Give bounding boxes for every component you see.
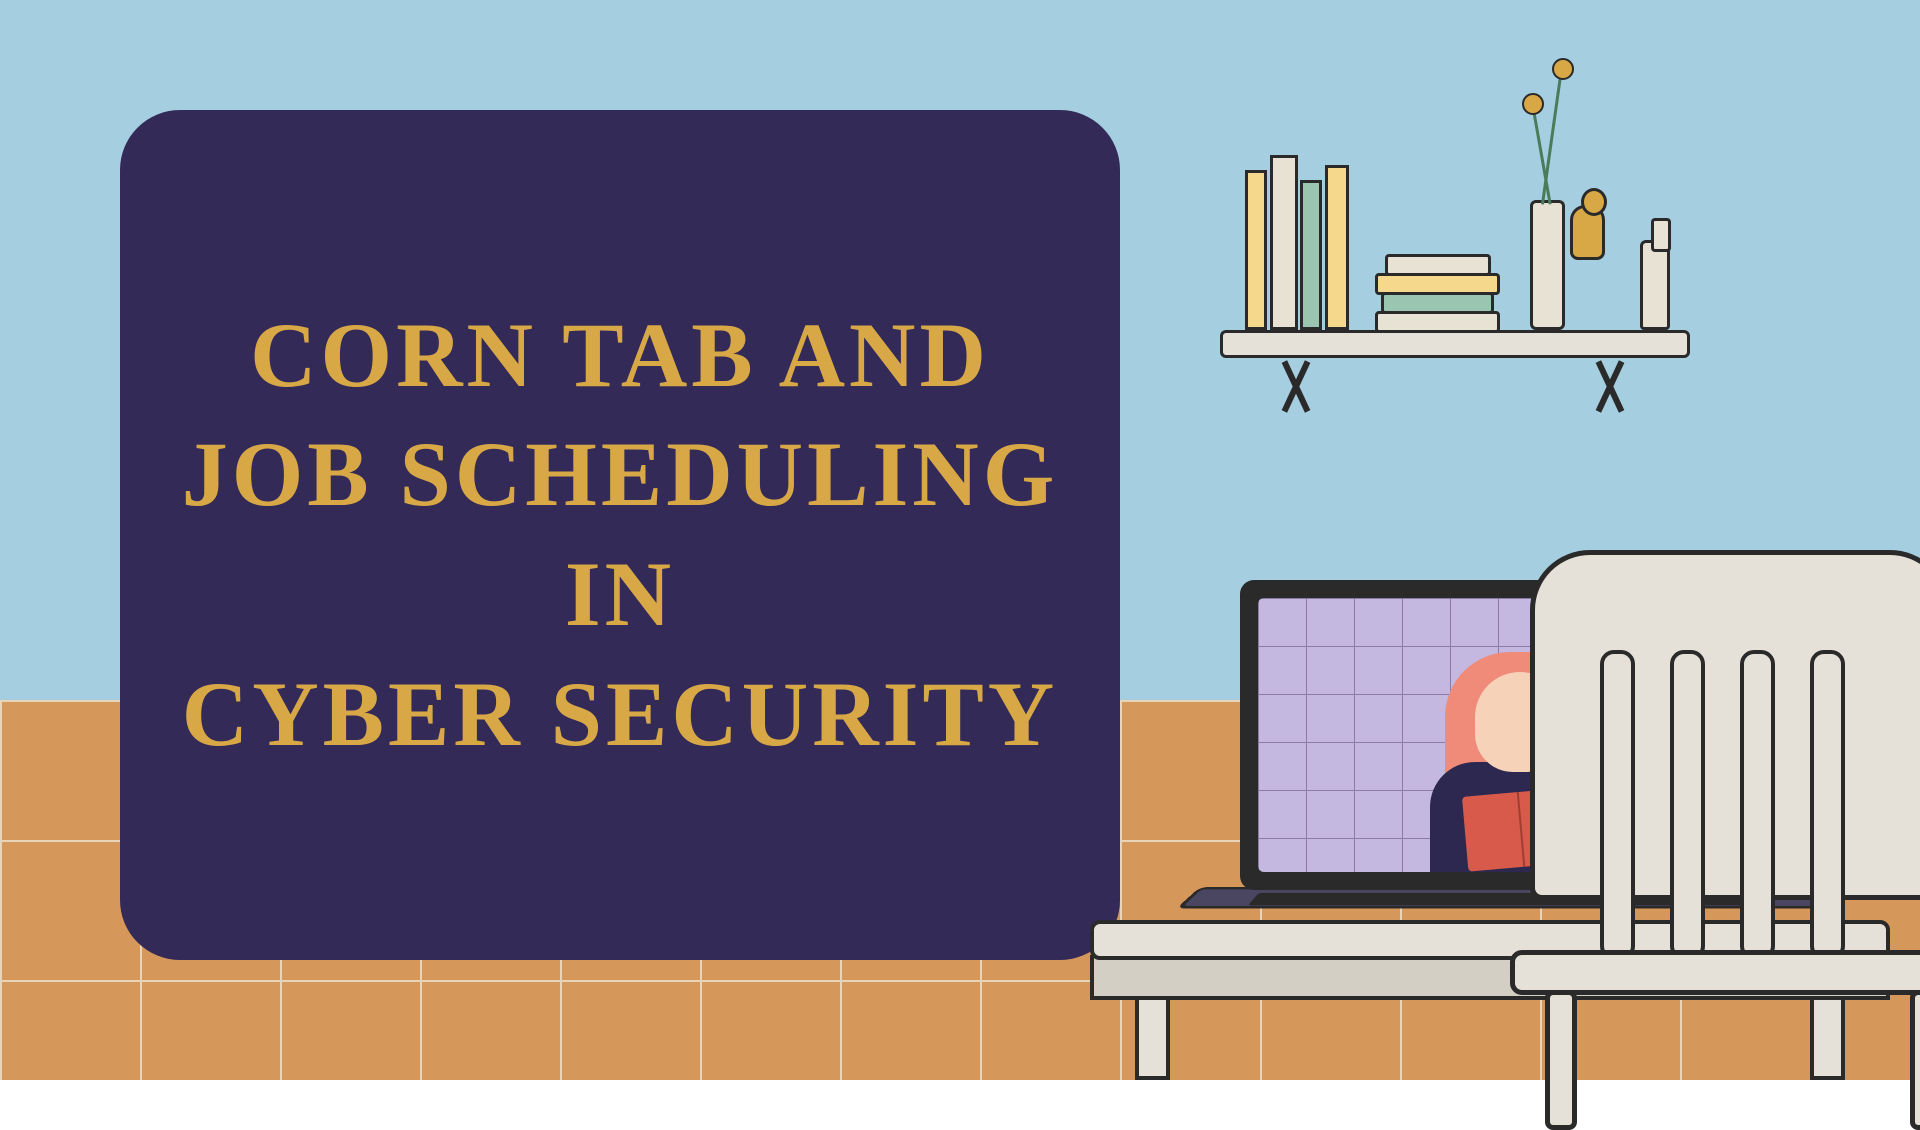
- illustration-scene: CORN TAB AND JOB SCHEDULING IN CYBER SEC…: [0, 0, 1920, 1080]
- shelf-items: [1220, 150, 1690, 330]
- book-icon: [1245, 170, 1267, 330]
- flower-icon: [1522, 93, 1544, 115]
- book-icon: [1270, 155, 1298, 330]
- book-icon: [1325, 165, 1349, 330]
- desk-leg: [1135, 995, 1170, 1080]
- book-stack-icon: [1375, 254, 1500, 330]
- title-text: CORN TAB AND JOB SCHEDULING IN CYBER SEC…: [182, 296, 1059, 774]
- flower-icon: [1552, 58, 1574, 80]
- book-icon: [1300, 180, 1322, 330]
- chair-illustration: [1450, 550, 1920, 1130]
- title-card: CORN TAB AND JOB SCHEDULING IN CYBER SEC…: [120, 110, 1120, 960]
- bottle-icon: [1640, 240, 1670, 330]
- wall-shelf: [1220, 330, 1690, 358]
- figurine-icon: [1570, 205, 1605, 260]
- vase-icon: [1530, 200, 1565, 330]
